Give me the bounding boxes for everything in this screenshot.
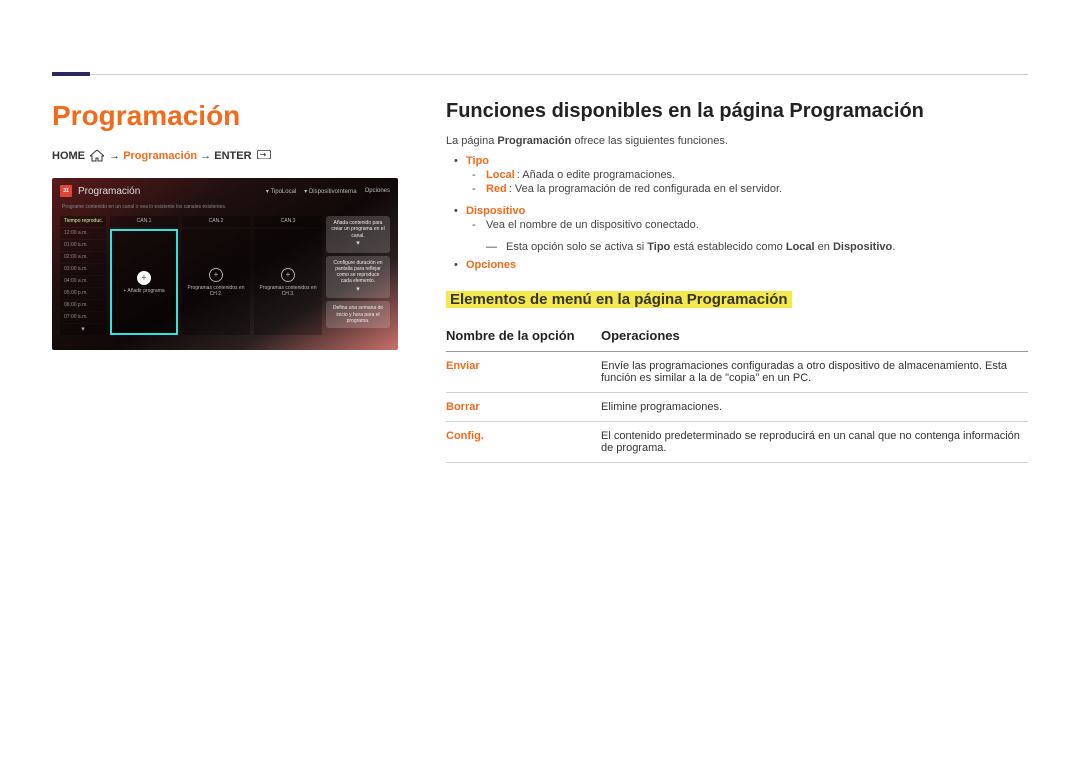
func-dispositivo: Dispositivo <box>466 205 525 217</box>
section-heading: Funciones disponibles en la página Progr… <box>446 100 1028 123</box>
mock-subtitle: Programe contenido en un canal o vea lo … <box>52 204 398 216</box>
col-ops: Operaciones <box>601 322 1028 352</box>
channel-1: CAN.1 ++ Añadir programa <box>110 216 178 335</box>
table-row: Borrar Elimine programaciones. <box>446 393 1028 422</box>
subsection-heading: Elementos de menú en la página Programac… <box>446 291 792 308</box>
channel-3: CAN.3 +Programas contenidos en CH 3. <box>254 216 322 335</box>
plus-icon: + <box>281 268 295 282</box>
header-rule <box>52 74 1028 75</box>
breadcrumb: HOME → Programación → ENTER <box>52 150 398 162</box>
intro-text: La página Programación ofrece las siguie… <box>446 135 1028 147</box>
plus-icon: + <box>209 268 223 282</box>
func-opciones: Opciones <box>466 259 516 271</box>
time-column: Tiempo reproduc. 12:00 a.m. 01:00 a.m. 0… <box>60 216 106 335</box>
right-column: Funciones disponibles en la página Progr… <box>446 100 1028 463</box>
functions-list: Tipo Local: Añada o edite programaciones… <box>446 155 1028 271</box>
home-icon <box>90 150 104 162</box>
bc-home: HOME <box>52 150 85 162</box>
mock-header-right: ▾ TipoLocal ▾ DispositivoInterna Opcione… <box>266 188 390 195</box>
left-column: Programación HOME → Programación → ENTER… <box>52 100 398 463</box>
plus-icon: + <box>137 271 151 285</box>
info-bubbles: Añada contenido para crear un programa e… <box>326 216 390 335</box>
table-row: Enviar Envíe las programaciones configur… <box>446 352 1028 393</box>
mock-title: Programación <box>78 186 140 197</box>
table-row: Config. El contenido predeterminado se r… <box>446 422 1028 463</box>
page-title: Programación <box>52 100 398 132</box>
screenshot-mock: 31 Programación ▾ TipoLocal ▾ Dispositiv… <box>52 178 398 350</box>
device-note: Esta opción solo se activa si Tipo está … <box>486 241 1028 253</box>
chevron-down-icon: ▾ <box>60 324 106 335</box>
col-name: Nombre de la opción <box>446 322 601 352</box>
channel-2: CAN.2 +Programas contenidos en CH 2. <box>182 216 250 335</box>
bc-programacion: Programación <box>123 150 197 162</box>
bc-enter: ENTER <box>214 150 251 162</box>
calendar-icon: 31 <box>60 185 72 197</box>
options-table: Nombre de la opción Operaciones Enviar E… <box>446 322 1028 463</box>
func-tipo: Tipo <box>466 155 489 167</box>
enter-icon <box>257 150 271 162</box>
